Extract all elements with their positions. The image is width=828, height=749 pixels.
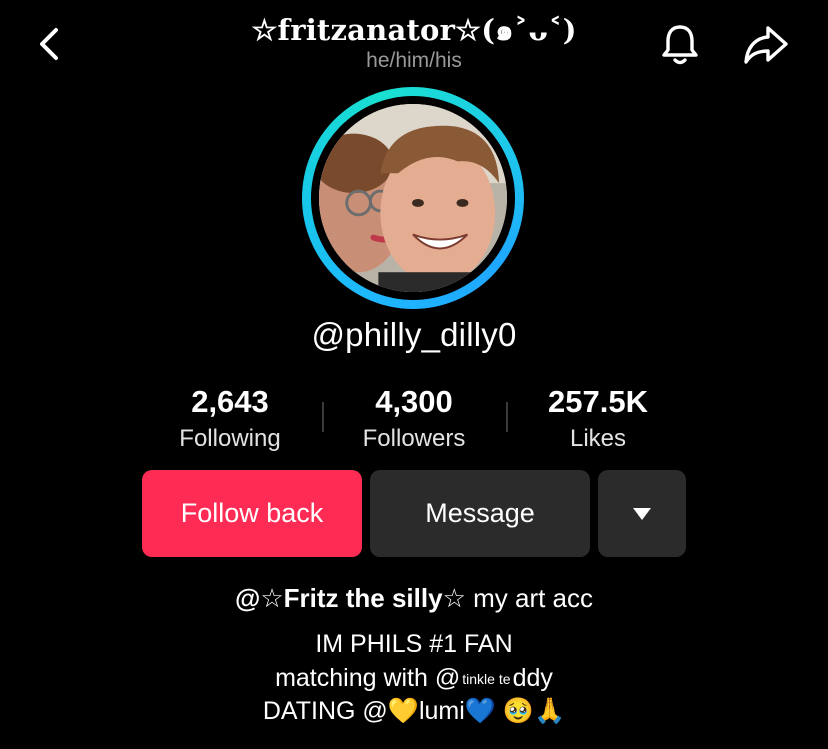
- bio-line-art-account: @☆Fritz the silly☆ my art acc: [0, 583, 828, 614]
- bio-text: ddy: [512, 664, 553, 692]
- bio-line-dating: DATING @💛lumi💙 🥹🙏: [0, 697, 828, 726]
- bio-line-fan: IM PHILS #1 FAN: [315, 630, 513, 658]
- following-count: 2,643: [191, 384, 269, 419]
- likes-label: Likes: [569, 425, 627, 452]
- bio-text: DATING @: [262, 697, 388, 725]
- avatar: [319, 104, 507, 292]
- avatar-photo: [319, 104, 507, 292]
- share-button[interactable]: [740, 20, 792, 68]
- likes-count: 257.5K: [548, 384, 648, 419]
- avatar-ring[interactable]: [302, 87, 524, 309]
- following-label: Following: [179, 425, 281, 452]
- follow-back-button[interactable]: Follow back: [142, 470, 362, 557]
- bio-small-text: tinkle: [462, 671, 495, 687]
- bio-text: matching with @: [275, 664, 461, 692]
- bio-text: lumi: [418, 697, 465, 725]
- bell-icon: [662, 25, 698, 65]
- username: @philly_dilly0: [311, 316, 517, 353]
- bio-emojis: 🥹🙏: [495, 697, 566, 725]
- stat-following[interactable]: 2,643 Following: [145, 382, 315, 454]
- followers-count: 4,300: [375, 384, 453, 419]
- bio-text: my art acc: [465, 583, 594, 613]
- bio-small-text: te: [498, 671, 511, 687]
- triangle-down-icon: [633, 507, 651, 520]
- art-account-mention[interactable]: @☆Fritz the silly☆: [235, 583, 466, 613]
- notification-bell-button[interactable]: [656, 20, 704, 68]
- yellow-heart-emoji: 💛: [387, 697, 419, 725]
- message-button[interactable]: Message: [370, 470, 590, 557]
- stat-divider: [322, 402, 324, 432]
- followers-label: Followers: [362, 425, 466, 452]
- stat-followers[interactable]: 4,300 Followers: [329, 382, 499, 454]
- stat-likes[interactable]: 257.5K Likes: [513, 382, 683, 454]
- share-arrow-icon: [744, 26, 788, 64]
- stat-divider: [506, 402, 508, 432]
- profile-screen: ☆fritzanator☆(๑˃ᴗ˂) he/him/his @philly_d…: [0, 0, 828, 749]
- bio-line-matching: matching with @ tinkle teddy: [0, 664, 828, 693]
- blue-heart-emoji: 💙: [464, 697, 496, 725]
- more-options-button[interactable]: [598, 470, 686, 557]
